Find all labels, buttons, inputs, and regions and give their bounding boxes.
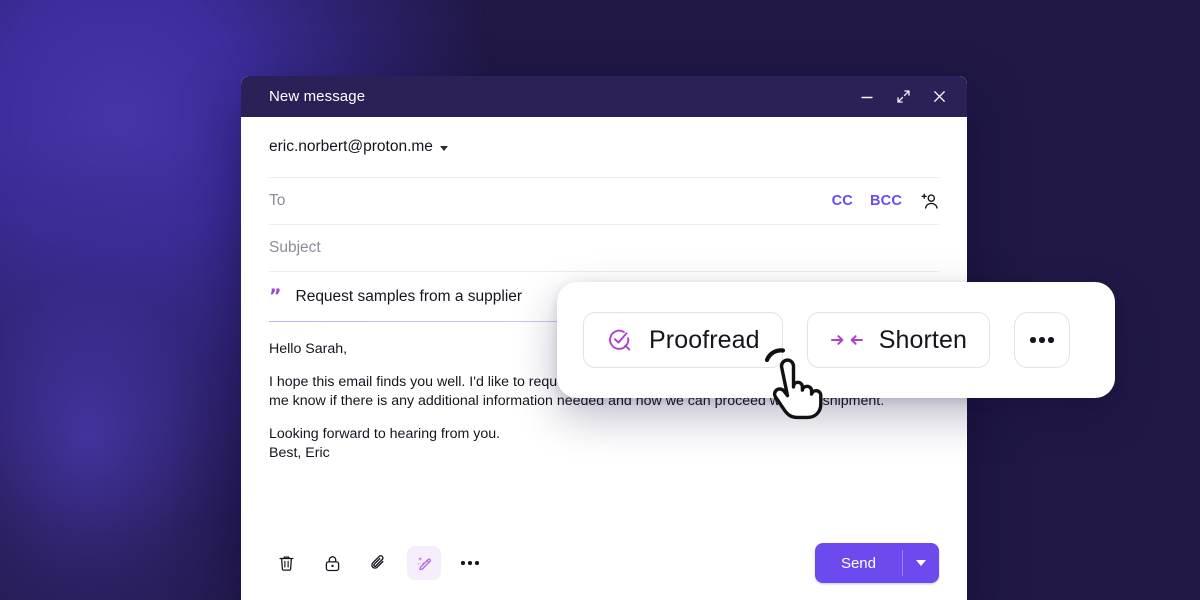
close-icon bbox=[933, 91, 945, 102]
send-button-group: Send bbox=[814, 543, 939, 583]
ai-actions-popover: Proofread Shorten bbox=[557, 282, 1115, 398]
subject-input[interactable]: Subject bbox=[269, 239, 321, 257]
chevron-down-icon bbox=[439, 145, 448, 151]
expand-icon bbox=[896, 90, 910, 103]
ellipsis-icon bbox=[1030, 337, 1054, 343]
send-options-button[interactable] bbox=[903, 543, 939, 583]
shorten-button[interactable]: Shorten bbox=[806, 312, 990, 368]
paperclip-icon bbox=[371, 555, 384, 569]
from-address-selector[interactable]: eric.norbert@proton.me bbox=[269, 138, 448, 156]
compose-toolbar: Send bbox=[241, 526, 967, 600]
window-controls bbox=[853, 83, 953, 111]
ai-prompt-text[interactable]: Request samples from a supplier bbox=[296, 288, 523, 306]
recipient-actions: CC BCC bbox=[832, 191, 939, 211]
close-button[interactable] bbox=[925, 83, 953, 111]
more-options-button[interactable] bbox=[453, 546, 487, 580]
quote-icon: ” bbox=[269, 284, 282, 307]
from-address-label: eric.norbert@proton.me bbox=[269, 138, 433, 155]
screenshot-root: New message eric.norbert@proton.me To CC… bbox=[0, 0, 1200, 600]
body-signature: Best, Eric bbox=[269, 445, 330, 461]
add-contact-icon bbox=[921, 193, 938, 209]
ellipsis-icon bbox=[461, 561, 479, 565]
toolbar-actions bbox=[269, 546, 487, 580]
pointing-hand-cursor bbox=[757, 344, 829, 422]
lock-icon bbox=[325, 555, 339, 571]
chevron-down-icon bbox=[916, 560, 926, 566]
body-closing: Looking forward to hearing from you. Bes… bbox=[269, 425, 939, 463]
trash-icon bbox=[278, 555, 294, 571]
expand-button[interactable] bbox=[889, 83, 917, 111]
delete-draft-button[interactable] bbox=[269, 546, 303, 580]
subject-row[interactable]: Subject bbox=[269, 225, 939, 272]
bcc-button[interactable]: BCC bbox=[870, 193, 902, 209]
from-row: eric.norbert@proton.me bbox=[269, 117, 939, 178]
proofread-button[interactable]: Proofread bbox=[583, 312, 783, 368]
compose-titlebar: New message bbox=[241, 76, 967, 117]
page-title: New message bbox=[269, 88, 366, 105]
encryption-button[interactable] bbox=[315, 546, 349, 580]
check-circle-search-icon bbox=[606, 326, 634, 354]
to-row[interactable]: To CC BCC bbox=[269, 178, 939, 225]
add-contact-button[interactable] bbox=[919, 191, 939, 211]
arrows-inward-icon bbox=[830, 329, 864, 351]
ai-assistant-button[interactable] bbox=[407, 546, 441, 580]
body-closing-line: Looking forward to hearing from you. bbox=[269, 426, 501, 442]
minimize-icon bbox=[861, 96, 873, 98]
to-input[interactable]: To bbox=[269, 192, 285, 210]
send-button[interactable]: Send bbox=[815, 543, 902, 583]
cc-button[interactable]: CC bbox=[832, 193, 853, 209]
popover-more-button[interactable] bbox=[1013, 312, 1070, 368]
attachment-button[interactable] bbox=[361, 546, 395, 580]
proofread-label: Proofread bbox=[649, 325, 760, 354]
minimize-button[interactable] bbox=[853, 83, 881, 111]
shorten-label: Shorten bbox=[878, 325, 967, 354]
magic-wand-icon bbox=[417, 556, 431, 570]
